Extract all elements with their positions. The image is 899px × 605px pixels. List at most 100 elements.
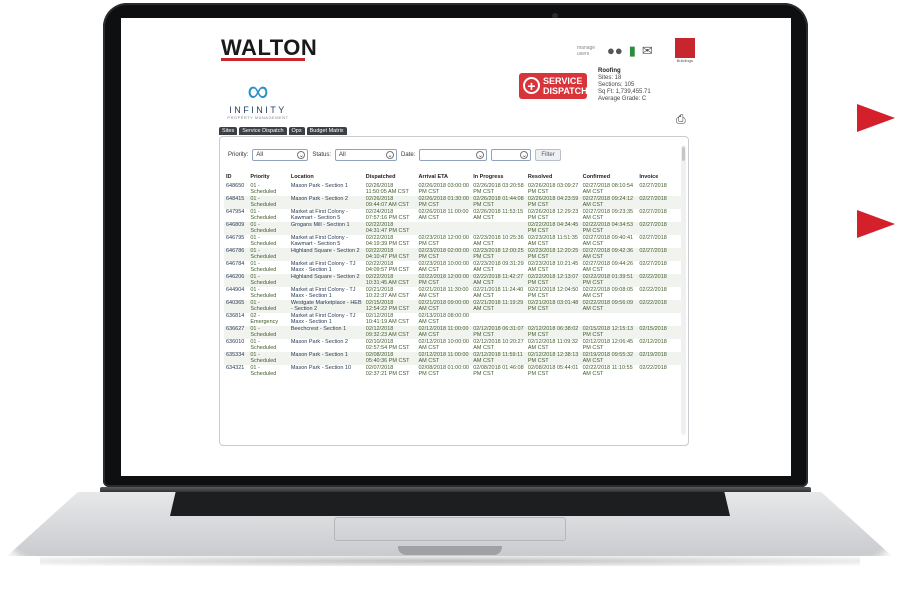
table-cell: 02/13/2018 08:00:00 AM CST [418,313,469,326]
table-cell: 02/27/2018 [637,248,682,261]
date-from-input[interactable]: ⌄ [419,149,488,161]
column-header[interactable]: Location [289,173,364,183]
table-cell: Market at First Colony - Kawmart - Secti… [290,235,348,248]
table-cell: 02/26/2018 03:00:00 PM CST [418,183,469,196]
column-header[interactable]: Priority [248,173,289,183]
calendar-icon: ⌄ [476,151,485,159]
table-row[interactable]: 634321 01 - Scheduled Mason Park - Section… [224,365,682,378]
tab-budget-matrix[interactable]: Budget Matrix [306,127,347,135]
users-icon[interactable]: ●● [607,43,623,58]
status-select[interactable]: All ⌄ [335,149,398,161]
status-label: Status: [312,152,332,158]
table-row[interactable]: 648650 01 - Scheduled Mason Park - Section… [224,183,682,196]
table-row[interactable]: 646784 01 - Scheduled Market at First Colo… [224,261,682,274]
table-cell: 02/10/2018 02:57:54 PM CST [365,339,410,352]
table-cell: Westgate Marketplace - HEB - Section 2 [288,300,364,313]
table-cell: 02/26/2018 11:00:00 AM CST [418,209,469,222]
table-row[interactable]: 636010 01 - Scheduled Mason Park - Section… [224,339,682,352]
tab-sites[interactable]: Sites [219,127,238,135]
column-header[interactable]: Confirmed [581,173,638,183]
service-dispatch-panel: Priority: All ⌄ Status: All ⌄ Date: ⌄ ⌄ Fi… [219,136,689,446]
table-row[interactable]: 636627 01 - Scheduled Beechcrest - Section… [224,326,682,339]
table-cell: 02/23/2018 12:00:25 PM CST [471,248,526,261]
column-header[interactable]: Arrival ETA [416,173,471,183]
service-dispatch-button[interactable]: + SERVICE DISPATCH [519,73,588,99]
table-cell: 01 - Scheduled [250,287,277,300]
building-icon[interactable]: Buildings [674,38,695,63]
table-cell: Mason Park - Section 10 [290,365,352,371]
table-cell: 02/26/2018 11:50:05 AM CST [365,183,409,196]
table-row[interactable]: 644904 01 - Scheduled Market at First Colo… [224,287,682,300]
table-cell: 02/27/2018 [639,209,667,215]
table-row[interactable]: 635334 01 - Scheduled Mason Park - Section… [224,352,682,365]
table-cell: Market at First Colony - TJ Maxx - Secti… [290,313,356,326]
table-row[interactable]: 646206 01 - Scheduled Highland Square - Se… [224,274,682,287]
table-row[interactable]: 646795 01 - Scheduled Market at First Colo… [224,235,682,248]
table-cell: 02/27/2018 09:24:12 AM CST [580,196,638,209]
table-cell: 02/22/2018 [637,300,682,313]
table-row[interactable]: 647954 01 - Scheduled Market at First Colo… [224,209,682,222]
table-cell: 02/22/2018 01:39:51 PM CST [580,274,638,287]
table-cell: 02/27/2018 09:44:26 AM CST [582,261,634,274]
table-cell: 02/23/2018 12:00:00 PM CST [418,235,469,248]
summary-title: Roofing [598,68,621,74]
table-cell: 02/12/2018 10:00:00 AM CST [418,339,469,352]
table-cell: 02/27/2018 [639,235,667,241]
table-body: 648650 01 - Scheduled Mason Park - Section… [224,183,682,378]
table-cell: Mason Park - Section 2 [288,196,364,209]
mail-icon[interactable]: ✉ [642,43,653,59]
column-header[interactable]: In Progress [471,173,526,183]
table-cell: Market at First Colony - TJ Maxx - Secti… [290,287,356,300]
table-cell: 02/22/2018 12:13:07 PM CST [525,274,581,287]
table-cell: 01 - Scheduled [248,300,289,313]
printer-icon[interactable]: ⎙ [676,112,686,127]
column-header[interactable]: Dispatched [364,173,417,183]
date-to-input[interactable]: ⌄ [491,149,532,161]
plus-icon: + [523,77,540,94]
document-icon[interactable]: ▮ [629,43,636,59]
table-cell: 02/22/2018 04:19:39 PM CST [365,235,410,248]
table-cell: 02/22/2018 [639,365,667,371]
table-cell: 02/22/2018 04:31:47 PM CST [363,222,417,235]
table-cell: 02/27/2018 09:42:36 AM CST [580,248,638,261]
table-cell: 02/26/2018 01:44:08 PM CST [471,196,526,209]
table-cell: 02/22/2018 [637,274,682,287]
table-cell: 02/21/2018 11:19:29 AM CST [471,300,526,313]
table-cell: 02/23/2018 10:25:36 AM CST [473,235,524,248]
table-cell: Highland Square - Section 2 [288,274,364,287]
table-cell: 640365 [224,300,249,313]
table-cell: 02/27/2018 [639,261,667,267]
column-header[interactable]: ID [224,173,248,183]
table-cell: 02/15/2018 [637,326,682,339]
table-cell: 02/26/2018 09:44:07 AM CST [363,196,417,209]
table-row[interactable]: 646809 01 - Scheduled Grogans Mill - Secti… [224,222,682,235]
filter-button[interactable]: Filter [535,149,561,161]
table-cell: 02/26/2018 12:29:23 PM CST [527,209,579,222]
table-row[interactable]: 636814 02 - Emergency Market at First Colo… [224,313,682,326]
table-cell: 02/22/2018 04:09:57 PM CST [365,261,410,274]
table-cell: 02/12/2018 10:20:27 AM CST [473,339,524,352]
table-cell: 02/23/2018 11:51:35 AM CST [527,235,578,248]
column-header[interactable]: Invoice [637,173,682,183]
dispatch-table: ID Priority Location Dispatched Arrival ETA I… [224,173,682,378]
summary-grade: Average Grade: C [598,96,647,102]
table-cell: 02/19/2018 09:55:32 AM CST [580,352,638,365]
filter-bar: Priority: All ⌄ Status: All ⌄ Date: ⌄ ⌄ Fi… [228,149,561,161]
table-cell: 02/08/2018 05:40:36 PM CST [363,352,417,365]
table-cell: 02 - Emergency [250,313,279,326]
summary-sqft: Sq Ft: 1,739,455.71 [598,89,651,95]
column-header[interactable]: Resolved [526,173,581,183]
table-cell: 02/23/2018 02:00:00 PM CST [416,248,472,261]
table-cell: 01 - Scheduled [250,235,277,248]
table-cell: 02/27/2018 09:23:35 AM CST [582,209,634,222]
table-cell: Market at First Colony - TJ Maxx - Secti… [290,261,356,274]
table-row[interactable]: 646786 01 - Scheduled Highland Square - Se… [224,248,682,261]
tab-service-dispatch[interactable]: Service Dispatch [239,127,287,135]
table-cell: 02/12/2018 11:59:11 AM CST [471,352,526,365]
table-cell: 02/22/2018 04:10:47 PM CST [363,248,417,261]
table-row[interactable]: 640365 01 - Scheduled Westgate Marketplace… [224,300,682,313]
table-cell: 01 - Scheduled [248,222,289,235]
tab-ops[interactable]: Ops [288,127,305,135]
table-row[interactable]: 648415 01 - Scheduled Mason Park - Section… [224,196,682,209]
priority-select[interactable]: All ⌄ [252,149,309,161]
